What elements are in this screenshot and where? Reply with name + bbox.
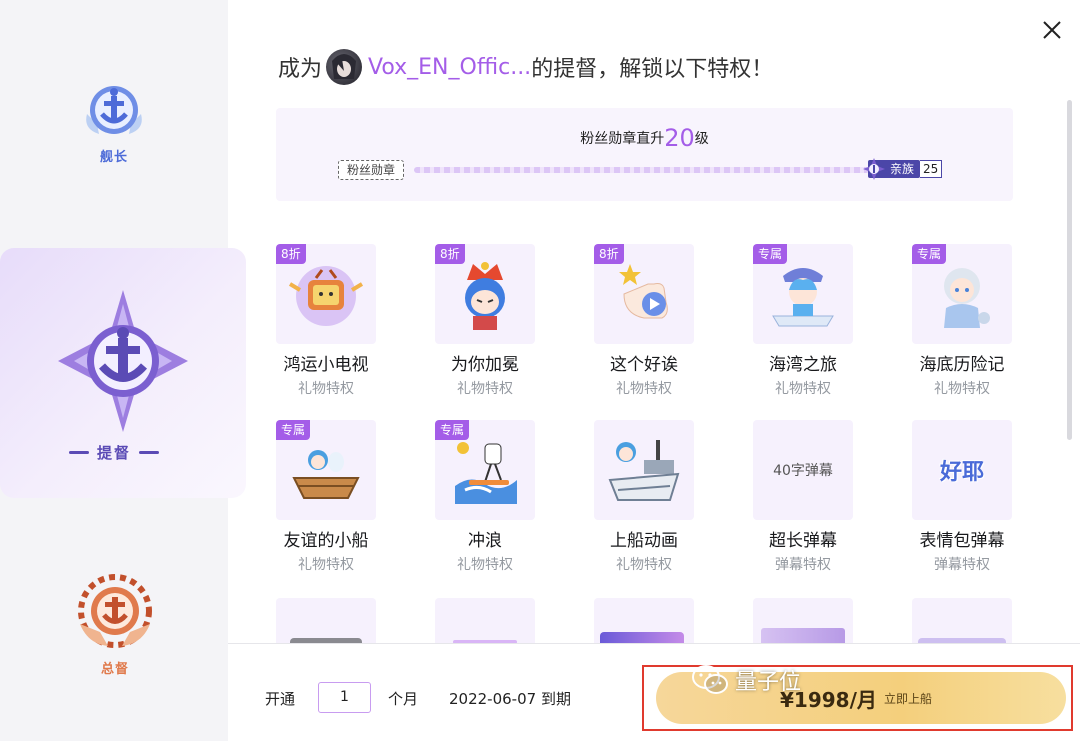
exclusive-tag: 专属	[753, 244, 788, 264]
emoji-danmaku-preview: 好耶	[939, 460, 984, 485]
medal-end-badge: 亲族 25	[863, 158, 943, 180]
privilege-thumb: 好耶	[912, 420, 1012, 520]
rank-captain-label: 舰长	[99, 150, 128, 165]
privilege-type: 弹幕特权	[775, 557, 831, 573]
privilege-title: 海底历险记	[919, 355, 1005, 375]
privilege-item[interactable]: 8折 鸿运小电视 礼物特权	[256, 244, 396, 398]
expiry-date: 2022-06-07 到期	[449, 690, 571, 708]
privilege-type: 礼物特权	[934, 381, 990, 397]
privilege-title: 超长弹幕	[769, 531, 837, 551]
privilege-thumb: 8折	[276, 244, 376, 344]
privilege-title: 为你加冕	[451, 355, 519, 375]
privilege-title: 上船动画	[610, 531, 678, 551]
lucky-tv-icon	[288, 266, 364, 326]
privilege-item[interactable]: 专属 海底历险记 礼物特权	[892, 244, 1032, 398]
privilege-thumb: 专属	[435, 420, 535, 520]
rank-governor[interactable]: 总督	[60, 566, 170, 677]
rank-admiral-label: 提督	[0, 442, 228, 463]
month-quantity-input[interactable]: 1	[318, 682, 371, 713]
privilege-title: 冲浪	[468, 531, 502, 551]
streamer-avatar	[326, 49, 363, 85]
privilege-item[interactable]: 40字弹幕 超长弹幕 弹幕特权	[733, 420, 873, 574]
privilege-item[interactable]: 好耶 表情包弹幕 弹幕特权	[892, 420, 1032, 574]
privilege-title: 海湾之旅	[769, 355, 837, 375]
privilege-item[interactable]: 专属 海湾之旅 礼物特权	[733, 244, 873, 398]
privilege-item[interactable]: 上船动画 礼物特权	[574, 420, 714, 574]
crown-character-icon	[465, 262, 505, 330]
undersea-character-icon	[944, 268, 990, 328]
privilege-title: 这个好诶	[610, 355, 678, 375]
privilege-title: 友谊的小船	[283, 531, 369, 551]
long-danmaku-preview: 40字弹幕	[773, 463, 833, 479]
privilege-thumb	[594, 420, 694, 520]
privilege-type: 礼物特权	[616, 381, 672, 397]
privilege-type: 礼物特权	[457, 381, 513, 397]
scrollbar[interactable]	[1067, 100, 1072, 440]
privilege-type: 礼物特权	[298, 557, 354, 573]
privilege-thumb: 专属	[912, 244, 1012, 344]
privilege-title: 鸿运小电视	[283, 355, 369, 375]
privilege-type: 礼物特权	[298, 381, 354, 397]
privilege-item[interactable]: 8折 为你加冕 礼物特权	[415, 244, 555, 398]
privilege-type: 礼物特权	[775, 381, 831, 397]
privilege-thumb: 8折	[594, 244, 694, 344]
privilege-type: 礼物特权	[457, 557, 513, 573]
exclusive-tag: 专属	[435, 420, 470, 440]
exclusive-tag: 专属	[912, 244, 947, 264]
privilege-thumb: 专属	[753, 244, 853, 344]
close-icon	[1043, 21, 1061, 39]
watermark: 量子位	[691, 660, 801, 700]
privilege-thumb: 8折	[435, 244, 535, 344]
privilege-thumb: 专属	[276, 420, 376, 520]
month-unit-label: 个月	[388, 690, 419, 708]
privilege-thumb: 40字弹幕	[753, 420, 853, 520]
bay-trip-character-icon	[772, 268, 834, 327]
surfing-icon	[455, 442, 517, 504]
board-now-label: 立即上船	[884, 692, 933, 706]
purchase-footer: 开通 1 个月 2022-06-07 到期 ¥1998/月 立即上船	[228, 643, 1080, 741]
discount-tag: 8折	[435, 244, 465, 264]
discount-tag: 8折	[276, 244, 306, 264]
medal-start-badge: 粉丝勋章	[338, 160, 405, 180]
medal-title: 粉丝勋章直升20级	[580, 124, 709, 152]
rank-captain[interactable]: 舰长	[70, 74, 158, 165]
governor-anchor-icon	[78, 574, 152, 648]
open-label: 开通	[265, 690, 296, 708]
anchor-icon	[863, 158, 885, 180]
privilege-item[interactable]: 8折 这个好诶 礼物特权	[574, 244, 714, 398]
medal-level: 20	[664, 124, 695, 152]
medal-upgrade-panel: 粉丝勋章直升20级 粉丝勋章 亲族 25	[276, 108, 1013, 201]
exclusive-tag: 专属	[276, 420, 311, 440]
privilege-item[interactable]: 专属 冲浪 礼物特权	[415, 420, 555, 574]
friendship-boat-icon	[292, 450, 360, 499]
streamer-name: Vox_EN_Offic...	[368, 54, 532, 80]
page-heading: 成为 Vox_EN_Offic... 的提督，解锁以下特权！	[278, 48, 773, 86]
heading-suffix: 的提督，解锁以下特权！	[531, 57, 774, 82]
close-button[interactable]	[1040, 18, 1064, 42]
privilege-type: 礼物特权	[616, 557, 672, 573]
heading-prefix: 成为	[278, 57, 323, 82]
privilege-type: 弹幕特权	[934, 557, 990, 573]
thumbs-up-icon	[619, 264, 668, 319]
admiral-anchor-icon	[58, 290, 188, 432]
rank-governor-label: 总督	[100, 662, 129, 677]
ship-boarding-icon	[608, 440, 680, 501]
privilege-item[interactable]: 专属 友谊的小船 礼物特权	[256, 420, 396, 574]
medal-progress-track	[414, 167, 869, 173]
captain-anchor-icon	[86, 86, 142, 134]
discount-tag: 8折	[594, 244, 624, 264]
wechat-icon	[692, 665, 728, 694]
privilege-title: 表情包弹幕	[919, 531, 1005, 551]
